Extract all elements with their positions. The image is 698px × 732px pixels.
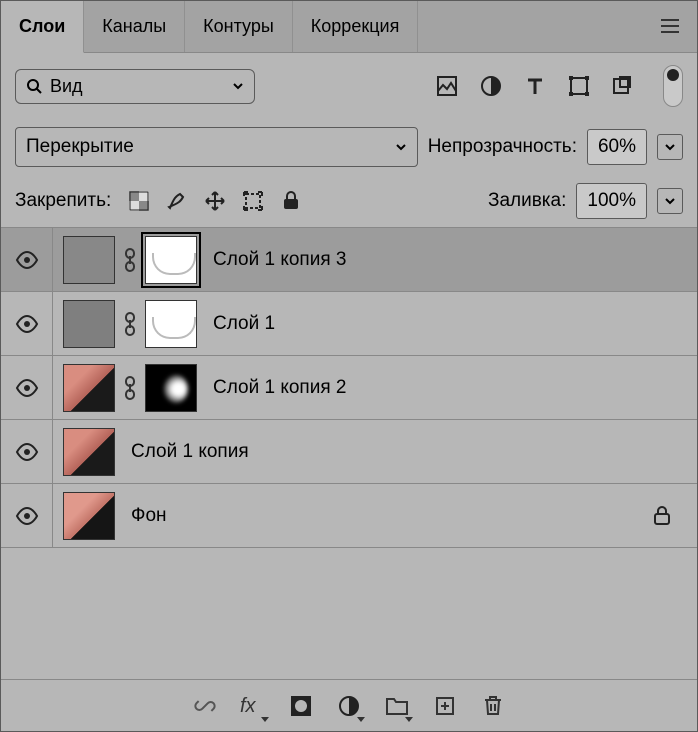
lock-all-icon[interactable] xyxy=(279,189,303,213)
layer-thumbnail[interactable] xyxy=(63,364,115,412)
mask-thumbnail[interactable] xyxy=(145,364,197,412)
mask-thumbnail[interactable] xyxy=(145,236,197,284)
svg-text:fx: fx xyxy=(240,695,257,717)
layer-content: Слой 1 копия 2 xyxy=(53,364,697,412)
layer-row[interactable]: Слой 1 xyxy=(1,292,697,356)
mask-link-icon[interactable] xyxy=(121,247,139,273)
layer-thumbnail[interactable] xyxy=(63,428,115,476)
blend-mode-select[interactable]: Перекрытие xyxy=(15,127,418,167)
mask-link-icon[interactable] xyxy=(121,311,139,337)
link-layers-icon[interactable] xyxy=(191,692,219,720)
new-layer-icon[interactable] xyxy=(431,692,459,720)
layer-content: Слой 1 xyxy=(53,300,697,348)
filter-shape-icon[interactable] xyxy=(566,73,592,99)
add-mask-icon[interactable] xyxy=(287,692,315,720)
visibility-toggle[interactable] xyxy=(1,420,53,483)
mask-thumbnail[interactable] xyxy=(145,300,197,348)
new-group-icon[interactable] xyxy=(383,692,411,720)
opacity-label[interactable]: Непрозрачность: xyxy=(428,136,577,158)
chevron-down-icon xyxy=(395,141,407,153)
eye-icon xyxy=(15,251,39,269)
lock-position-icon[interactable] xyxy=(203,189,227,213)
tab-channels[interactable]: Каналы xyxy=(84,1,185,52)
eye-icon xyxy=(15,315,39,333)
layer-name[interactable]: Слой 1 копия 3 xyxy=(213,249,346,271)
opacity-slider-toggle[interactable] xyxy=(657,134,683,160)
view-label: Вид xyxy=(50,76,83,97)
filter-smart-icon[interactable] xyxy=(610,73,636,99)
layer-row[interactable]: Слой 1 копия 2 xyxy=(1,356,697,420)
opacity-input[interactable]: 60% xyxy=(587,129,647,165)
filter-pixel-icon[interactable] xyxy=(434,73,460,99)
chevron-down-icon xyxy=(232,80,244,92)
tab-paths[interactable]: Контуры xyxy=(185,1,293,52)
layer-effects-icon[interactable]: fx xyxy=(239,692,267,720)
new-adjustment-icon[interactable] xyxy=(335,692,363,720)
fill-slider-toggle[interactable] xyxy=(657,188,683,214)
mask-link-icon[interactable] xyxy=(121,375,139,401)
layer-content: Фон xyxy=(53,492,697,540)
layers-list: Слой 1 копия 3 Слой 1 Слой 1 копия 2 Слой 1… xyxy=(1,228,697,679)
layer-name[interactable]: Фон xyxy=(131,505,167,527)
layer-row[interactable]: Слой 1 копия 3 xyxy=(1,228,697,292)
blend-mode-value: Перекрытие xyxy=(26,136,134,158)
blend-mode-row: Перекрытие Непрозрачность: 60% xyxy=(1,119,697,175)
layer-thumbnail[interactable] xyxy=(63,492,115,540)
tab-layers[interactable]: Слои xyxy=(1,1,84,53)
bottom-toolbar: fx xyxy=(1,679,697,731)
layer-row[interactable]: Слой 1 копия xyxy=(1,420,697,484)
panel-menu-icon[interactable] xyxy=(659,15,681,37)
lock-icon[interactable] xyxy=(653,506,671,526)
visibility-toggle[interactable] xyxy=(1,484,53,547)
eye-icon xyxy=(15,443,39,461)
visibility-toggle[interactable] xyxy=(1,356,53,419)
layer-name[interactable]: Слой 1 копия xyxy=(131,441,249,463)
panel-tabs: Слои Каналы Контуры Коррекция xyxy=(1,1,697,53)
lock-label: Закрепить: xyxy=(15,190,111,212)
layer-content: Слой 1 копия xyxy=(53,428,697,476)
view-toolbar: Вид xyxy=(1,53,697,119)
lock-icons xyxy=(127,189,303,213)
layer-filter-select[interactable]: Вид xyxy=(15,69,255,104)
layer-name[interactable]: Слой 1 копия 2 xyxy=(213,377,346,399)
filter-type-icon[interactable] xyxy=(522,73,548,99)
tab-adjustments[interactable]: Коррекция xyxy=(293,1,419,52)
search-icon xyxy=(26,78,42,94)
layer-thumbnail[interactable] xyxy=(63,300,115,348)
layer-row[interactable]: Фон xyxy=(1,484,697,548)
lock-artboard-icon[interactable] xyxy=(241,189,265,213)
fill-label[interactable]: Заливка: xyxy=(488,190,566,212)
eye-icon xyxy=(15,379,39,397)
lock-pixels-icon[interactable] xyxy=(165,189,189,213)
visibility-toggle[interactable] xyxy=(1,228,53,291)
eye-icon xyxy=(15,507,39,525)
layer-name[interactable]: Слой 1 xyxy=(213,313,275,335)
lock-row: Закрепить: Заливка: 100% xyxy=(1,175,697,228)
filter-toggle[interactable] xyxy=(663,65,683,107)
layer-thumbnail[interactable] xyxy=(63,236,115,284)
delete-layer-icon[interactable] xyxy=(479,692,507,720)
lock-transparent-icon[interactable] xyxy=(127,189,151,213)
filter-adjustment-icon[interactable] xyxy=(478,73,504,99)
visibility-toggle[interactable] xyxy=(1,292,53,355)
layer-content: Слой 1 копия 3 xyxy=(53,236,697,284)
layers-panel: Слои Каналы Контуры Коррекция Вид xyxy=(0,0,698,732)
fill-input[interactable]: 100% xyxy=(576,183,647,219)
